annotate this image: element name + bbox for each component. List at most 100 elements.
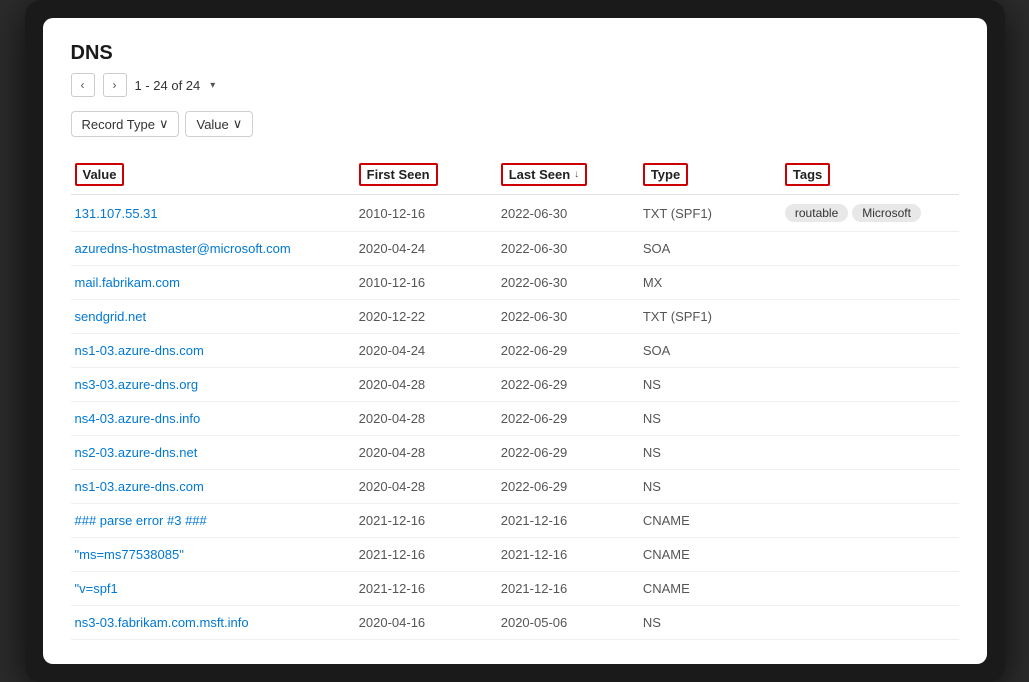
- col-header-type[interactable]: Type: [639, 155, 781, 195]
- tags-cell: [781, 436, 959, 470]
- last-seen-sort-icon: ↓: [574, 169, 579, 180]
- record-type-arrow: ∨: [159, 116, 169, 132]
- value-filter-arrow: ∨: [233, 116, 243, 132]
- table-row: "ms=ms77538085"2021-12-162021-12-16CNAME: [71, 538, 959, 572]
- first-seen-cell: 2020-04-28: [355, 436, 497, 470]
- tags-cell: [781, 470, 959, 504]
- next-page-button[interactable]: ›: [103, 73, 127, 97]
- value-link[interactable]: ns3-03.fabrikam.com.msft.info: [75, 615, 249, 630]
- tags-cell: [781, 572, 959, 606]
- table-row: "v=spf12021-12-162021-12-16CNAME: [71, 572, 959, 606]
- first-seen-cell: 2020-04-24: [355, 232, 497, 266]
- first-seen-cell: 2020-04-24: [355, 334, 497, 368]
- last-seen-cell: 2022-06-30: [497, 195, 639, 232]
- last-seen-cell: 2022-06-29: [497, 436, 639, 470]
- first-seen-cell: 2021-12-16: [355, 538, 497, 572]
- pagination-bar: ‹ › 1 - 24 of 24 ▾: [71, 73, 959, 97]
- col-header-last-seen[interactable]: Last Seen ↓: [497, 155, 639, 195]
- tag-badge[interactable]: Microsoft: [852, 204, 921, 222]
- first-seen-cell: 2010-12-16: [355, 266, 497, 300]
- first-seen-cell: 2020-12-22: [355, 300, 497, 334]
- tags-cell: [781, 504, 959, 538]
- col-last-seen-label: Last Seen: [509, 167, 570, 182]
- value-link[interactable]: ns2-03.azure-dns.net: [75, 445, 198, 460]
- last-seen-cell: 2021-12-16: [497, 572, 639, 606]
- table-row: ns3-03.fabrikam.com.msft.info2020-04-162…: [71, 606, 959, 640]
- type-cell: NS: [639, 402, 781, 436]
- last-seen-cell: 2022-06-30: [497, 266, 639, 300]
- first-seen-cell: 2010-12-16: [355, 195, 497, 232]
- value-link[interactable]: "v=spf1: [75, 581, 118, 596]
- value-filter[interactable]: Value ∨: [185, 111, 253, 137]
- value-link[interactable]: mail.fabrikam.com: [75, 275, 180, 290]
- col-first-seen-label: First Seen: [367, 167, 430, 182]
- last-seen-cell: 2022-06-30: [497, 232, 639, 266]
- tags-cell: [781, 538, 959, 572]
- value-link[interactable]: azuredns-hostmaster@microsoft.com: [75, 241, 291, 256]
- tags-cell: [781, 368, 959, 402]
- first-seen-cell: 2020-04-28: [355, 470, 497, 504]
- value-link[interactable]: ns3-03.azure-dns.org: [75, 377, 199, 392]
- type-cell: MX: [639, 266, 781, 300]
- type-cell: NS: [639, 436, 781, 470]
- first-seen-cell: 2021-12-16: [355, 504, 497, 538]
- type-cell: SOA: [639, 232, 781, 266]
- type-cell: NS: [639, 606, 781, 640]
- table-header-row: Value First Seen Last Seen ↓: [71, 155, 959, 195]
- main-panel: DNS ‹ › 1 - 24 of 24 ▾ Record Type ∨ Val…: [43, 18, 987, 664]
- value-link[interactable]: ### parse error #3 ###: [75, 513, 207, 528]
- page-title: DNS: [71, 42, 959, 65]
- last-seen-cell: 2020-05-06: [497, 606, 639, 640]
- type-cell: CNAME: [639, 572, 781, 606]
- tags-cell: [781, 266, 959, 300]
- type-cell: CNAME: [639, 538, 781, 572]
- col-header-value[interactable]: Value: [71, 155, 355, 195]
- tags-cell: routableMicrosoft: [781, 195, 959, 232]
- last-seen-cell: 2021-12-16: [497, 538, 639, 572]
- table-row: ns4-03.azure-dns.info2020-04-282022-06-2…: [71, 402, 959, 436]
- type-cell: TXT (SPF1): [639, 300, 781, 334]
- type-cell: NS: [639, 470, 781, 504]
- type-cell: SOA: [639, 334, 781, 368]
- value-link[interactable]: 131.107.55.31: [75, 206, 158, 221]
- value-link[interactable]: ns1-03.azure-dns.com: [75, 343, 204, 358]
- first-seen-cell: 2021-12-16: [355, 572, 497, 606]
- last-seen-cell: 2022-06-29: [497, 334, 639, 368]
- pagination-dropdown-arrow[interactable]: ▾: [210, 80, 215, 91]
- tags-cell: [781, 606, 959, 640]
- col-header-tags[interactable]: Tags: [781, 155, 959, 195]
- table-row: ### parse error #3 ###2021-12-162021-12-…: [71, 504, 959, 538]
- tag-badge[interactable]: routable: [785, 204, 848, 222]
- type-cell: CNAME: [639, 504, 781, 538]
- dns-table: Value First Seen Last Seen ↓: [71, 155, 959, 640]
- table-row: ns1-03.azure-dns.com 2020-04-242022-06-29…: [71, 334, 959, 368]
- first-seen-cell: 2020-04-28: [355, 368, 497, 402]
- value-filter-label: Value: [196, 117, 228, 132]
- tags-cell: [781, 402, 959, 436]
- first-seen-cell: 2020-04-28: [355, 402, 497, 436]
- record-type-filter[interactable]: Record Type ∨: [71, 111, 180, 137]
- table-row: sendgrid.net 2020-12-222022-06-30TXT (SPF…: [71, 300, 959, 334]
- col-header-first-seen[interactable]: First Seen: [355, 155, 497, 195]
- last-seen-cell: 2022-06-30: [497, 300, 639, 334]
- value-link[interactable]: "ms=ms77538085": [75, 547, 184, 562]
- col-tags-label: Tags: [793, 167, 822, 182]
- table-row: mail.fabrikam.com 2010-12-162022-06-30MX: [71, 266, 959, 300]
- value-link[interactable]: ns1-03.azure-dns.com: [75, 479, 204, 494]
- col-value-label: Value: [83, 167, 117, 182]
- value-link[interactable]: sendgrid.net: [75, 309, 147, 324]
- tags-cell: [781, 300, 959, 334]
- page-info: 1 - 24 of 24: [135, 78, 201, 93]
- last-seen-cell: 2022-06-29: [497, 470, 639, 504]
- window-container: DNS ‹ › 1 - 24 of 24 ▾ Record Type ∨ Val…: [25, 0, 1005, 682]
- type-cell: NS: [639, 368, 781, 402]
- value-link[interactable]: ns4-03.azure-dns.info: [75, 411, 201, 426]
- type-cell: TXT (SPF1): [639, 195, 781, 232]
- record-type-label: Record Type: [82, 117, 155, 132]
- table-row: azuredns-hostmaster@microsoft.com 2020-04…: [71, 232, 959, 266]
- prev-page-button[interactable]: ‹: [71, 73, 95, 97]
- col-type-label: Type: [651, 167, 680, 182]
- table-row: 131.107.55.31 2010-12-162022-06-30TXT (SP…: [71, 195, 959, 232]
- table-row: ns2-03.azure-dns.net 2020-04-282022-06-29…: [71, 436, 959, 470]
- last-seen-cell: 2022-06-29: [497, 368, 639, 402]
